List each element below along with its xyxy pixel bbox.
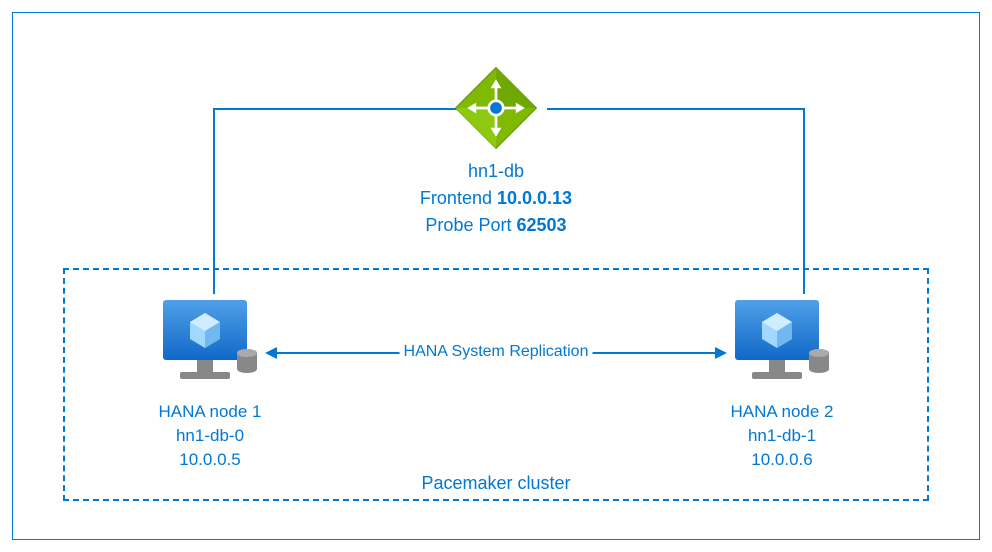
node-title: HANA node 1 (155, 400, 265, 424)
connector-line (547, 108, 805, 110)
node-ip: 10.0.0.5 (155, 448, 265, 472)
load-balancer-icon (451, 63, 541, 158)
pacemaker-cluster-box: Pacemaker cluster (63, 268, 929, 501)
diagram-frame: hn1-db Frontend 10.0.0.13 Probe Port 625… (12, 12, 980, 540)
lb-frontend: Frontend 10.0.0.13 (420, 185, 572, 212)
lb-name: hn1-db (420, 158, 572, 185)
hana-node-2: HANA node 2 hn1-db-1 10.0.0.6 (727, 295, 837, 471)
node-ip: 10.0.0.6 (727, 448, 837, 472)
connector-line (803, 108, 805, 294)
vm-icon (155, 295, 265, 390)
node-title: HANA node 2 (727, 400, 837, 424)
cluster-label: Pacemaker cluster (421, 473, 570, 494)
load-balancer-labels: hn1-db Frontend 10.0.0.13 Probe Port 625… (420, 158, 572, 239)
node-hostname: hn1-db-1 (727, 424, 837, 448)
lb-probe-port: Probe Port 62503 (420, 212, 572, 239)
vm-icon (727, 295, 837, 390)
hana-node-1: HANA node 1 hn1-db-0 10.0.0.5 (155, 295, 265, 471)
connector-line (213, 108, 215, 294)
connector-line (213, 108, 470, 110)
node-hostname: hn1-db-0 (155, 424, 265, 448)
